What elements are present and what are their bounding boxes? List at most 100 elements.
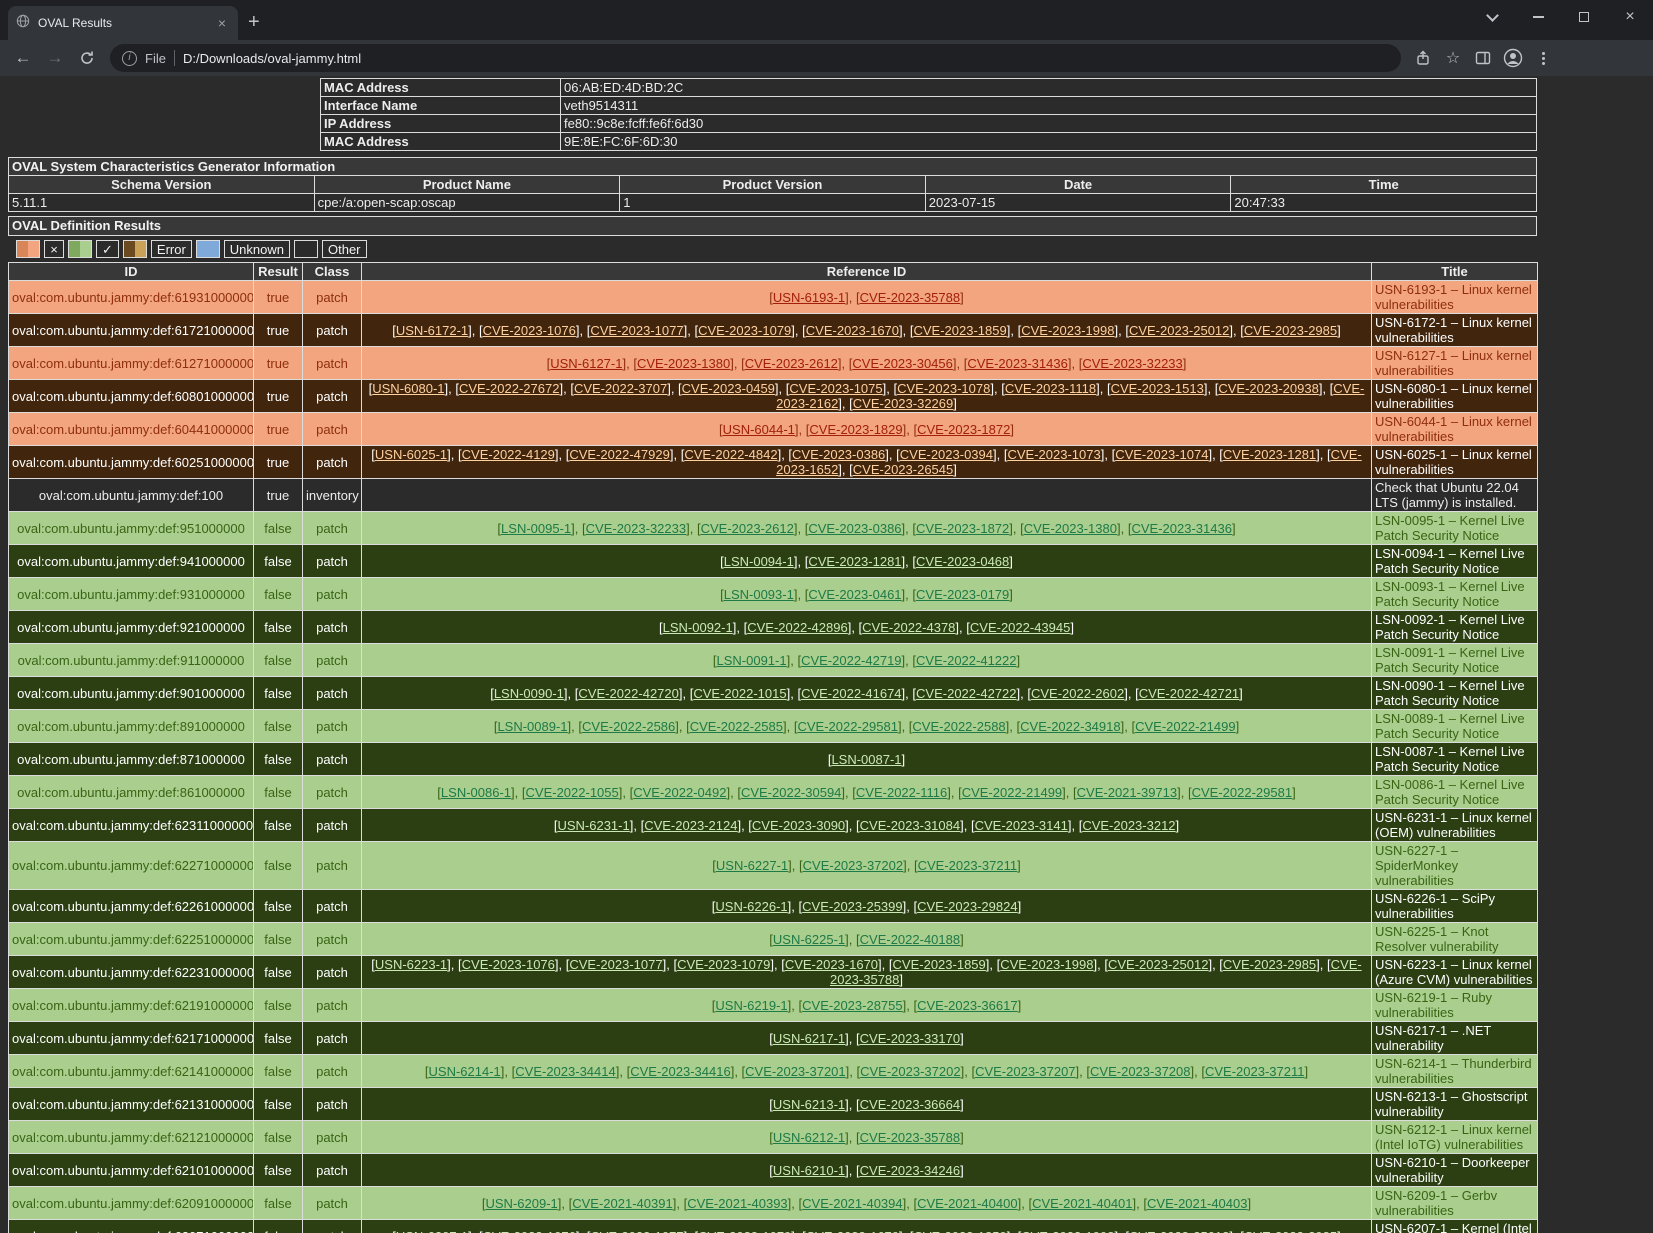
reference-link[interactable]: CVE-2021-40393 (687, 1196, 787, 1211)
reference-link[interactable]: CVE-2022-47929 (569, 447, 669, 462)
reference-link[interactable]: CVE-2023-36617 (917, 998, 1017, 1013)
reference-link[interactable]: USN-6209-1 (486, 1196, 558, 1211)
reference-link[interactable]: CVE-2022-29581 (1192, 785, 1292, 800)
reference-link[interactable]: LSN-0086-1 (441, 785, 511, 800)
reference-link[interactable]: CVE-2022-43945 (970, 620, 1070, 635)
reference-link[interactable]: CVE-2022-29581 (797, 719, 897, 734)
reference-link[interactable]: CVE-2023-3141 (975, 818, 1068, 833)
reference-link[interactable]: CVE-2023-29824 (917, 899, 1017, 914)
reference-link[interactable]: CVE-2021-40401 (1032, 1196, 1132, 1211)
reference-link[interactable]: CVE-2023-1859 (893, 957, 986, 972)
reference-link[interactable]: CVE-2022-30594 (741, 785, 841, 800)
window-maximize-button[interactable] (1561, 0, 1607, 34)
window-minimize-button[interactable] (1515, 0, 1561, 34)
reference-link[interactable]: USN-6226-1 (715, 899, 787, 914)
address-bar[interactable]: i File D:/Downloads/oval-jammy.html (110, 44, 1401, 72)
reference-link[interactable]: CVE-2023-32233 (586, 521, 686, 536)
reference-link[interactable]: CVE-2023-31436 (1131, 521, 1231, 536)
reference-link[interactable]: USN-6025-1 (375, 447, 447, 462)
reference-link[interactable]: CVE-2023-31084 (860, 818, 960, 833)
reference-link[interactable]: USN-6212-1 (773, 1130, 845, 1145)
reload-button[interactable] (72, 43, 102, 73)
reference-link[interactable]: CVE-2023-1380 (1024, 521, 1117, 536)
reference-link[interactable]: CVE-2023-1998 (1021, 1229, 1114, 1233)
reference-link[interactable]: CVE-2022-27672 (459, 381, 559, 396)
share-icon[interactable] (1409, 44, 1437, 72)
reference-link[interactable]: CVE-2023-2985 (1244, 323, 1337, 338)
reference-link[interactable]: CVE-2023-1077 (569, 957, 662, 972)
reference-link[interactable]: CVE-2023-1077 (590, 323, 683, 338)
tab-search-chevron-icon[interactable] (1469, 0, 1515, 34)
reference-link[interactable]: CVE-2023-1998 (1000, 957, 1093, 972)
reference-link[interactable]: CVE-2022-21499 (1135, 719, 1235, 734)
reference-link[interactable]: CVE-2022-2585 (690, 719, 783, 734)
reference-link[interactable]: CVE-2022-41222 (916, 653, 1016, 668)
forward-button[interactable]: → (40, 43, 70, 73)
reference-link[interactable]: CVE-2023-0179 (916, 587, 1009, 602)
reference-link[interactable]: USN-6193-1 (773, 290, 845, 305)
reference-link[interactable]: USN-6213-1 (773, 1097, 845, 1112)
reference-link[interactable]: CVE-2022-1015 (693, 686, 786, 701)
reference-link[interactable]: CVE-2021-40391 (572, 1196, 672, 1211)
reference-link[interactable]: CVE-2022-4129 (462, 447, 555, 462)
browser-menu-icon[interactable] (1529, 44, 1557, 72)
reference-link[interactable]: CVE-2023-0459 (682, 381, 775, 396)
reference-link[interactable]: CVE-2023-28755 (802, 998, 902, 1013)
reference-link[interactable]: CVE-2023-1872 (916, 521, 1009, 536)
reference-link[interactable]: CVE-2023-1076 (462, 957, 555, 972)
reference-link[interactable]: CVE-2023-1670 (806, 1229, 899, 1233)
reference-link[interactable]: CVE-2023-33170 (860, 1031, 960, 1046)
reference-link[interactable]: CVE-2023-32269 (853, 396, 953, 411)
reference-link[interactable]: CVE-2023-35788 (860, 1130, 960, 1145)
reference-link[interactable]: USN-6080-1 (372, 381, 444, 396)
reference-link[interactable]: CVE-2022-0492 (633, 785, 726, 800)
reference-link[interactable]: CVE-2023-25399 (802, 899, 902, 914)
reference-link[interactable]: CVE-2023-37202 (803, 858, 903, 873)
reference-link[interactable]: USN-6172-1 (396, 323, 468, 338)
reference-link[interactable]: CVE-2023-2985 (1244, 1229, 1337, 1233)
reference-link[interactable]: CVE-2021-40403 (1147, 1196, 1247, 1211)
reference-link[interactable]: CVE-2023-26545 (853, 462, 953, 477)
reference-link[interactable]: CVE-2023-31436 (967, 356, 1067, 371)
reference-link[interactable]: CVE-2023-1859 (914, 323, 1007, 338)
reference-link[interactable]: CVE-2022-1116 (856, 785, 947, 800)
reference-link[interactable]: CVE-2023-3212 (1082, 818, 1175, 833)
reference-link[interactable]: CVE-2023-1859 (914, 1229, 1007, 1233)
reference-link[interactable]: USN-6231-1 (557, 818, 629, 833)
reference-link[interactable]: CVE-2023-1079 (698, 1229, 791, 1233)
reference-link[interactable]: USN-6227-1 (716, 858, 788, 873)
reference-link[interactable]: CVE-2023-1076 (483, 1229, 576, 1233)
site-info-icon[interactable]: i (122, 51, 137, 66)
reference-link[interactable]: LSN-0087-1 (831, 752, 901, 767)
reference-link[interactable]: CVE-2023-35788 (860, 290, 960, 305)
reference-link[interactable]: CVE-2023-20938 (1218, 381, 1318, 396)
reference-link[interactable]: CVE-2023-32233 (1082, 356, 1182, 371)
reference-link[interactable]: CVE-2022-4378 (862, 620, 955, 635)
reference-link[interactable]: CVE-2022-41674 (801, 686, 901, 701)
reference-link[interactable]: CVE-2023-30456 (852, 356, 952, 371)
reference-link[interactable]: CVE-2023-25012 (1129, 1229, 1229, 1233)
reference-link[interactable]: CVE-2023-37202 (860, 1064, 960, 1079)
reference-link[interactable]: CVE-2022-34918 (1020, 719, 1120, 734)
reference-link[interactable]: CVE-2022-3707 (574, 381, 667, 396)
reference-link[interactable]: CVE-2022-2586 (582, 719, 675, 734)
bookmark-star-icon[interactable]: ☆ (1439, 44, 1467, 72)
reference-link[interactable]: CVE-2022-42721 (1139, 686, 1239, 701)
reference-link[interactable]: CVE-2023-25012 (1129, 323, 1229, 338)
reference-link[interactable]: LSN-0093-1 (724, 587, 794, 602)
reference-link[interactable]: USN-6044-1 (723, 422, 795, 437)
reference-link[interactable]: CVE-2023-37211 (918, 858, 1018, 873)
reference-link[interactable]: CVE-2022-4842 (684, 447, 777, 462)
reference-link[interactable]: CVE-2022-42722 (916, 686, 1016, 701)
reference-link[interactable]: CVE-2022-2588 (912, 719, 1005, 734)
reference-link[interactable]: CVE-2021-40400 (917, 1196, 1017, 1211)
reference-link[interactable]: USN-6225-1 (773, 932, 845, 947)
reference-link[interactable]: LSN-0089-1 (497, 719, 567, 734)
reference-link[interactable]: CVE-2023-0394 (900, 447, 993, 462)
reference-link[interactable]: CVE-2023-1513 (1111, 381, 1204, 396)
reference-link[interactable]: CVE-2023-37208 (1090, 1064, 1190, 1079)
reference-link[interactable]: CVE-2023-1670 (806, 323, 899, 338)
reference-link[interactable]: CVE-2023-36664 (860, 1097, 960, 1112)
reference-link[interactable]: CVE-2023-37211 (1205, 1064, 1305, 1079)
reference-link[interactable]: CVE-2023-1281 (808, 554, 901, 569)
